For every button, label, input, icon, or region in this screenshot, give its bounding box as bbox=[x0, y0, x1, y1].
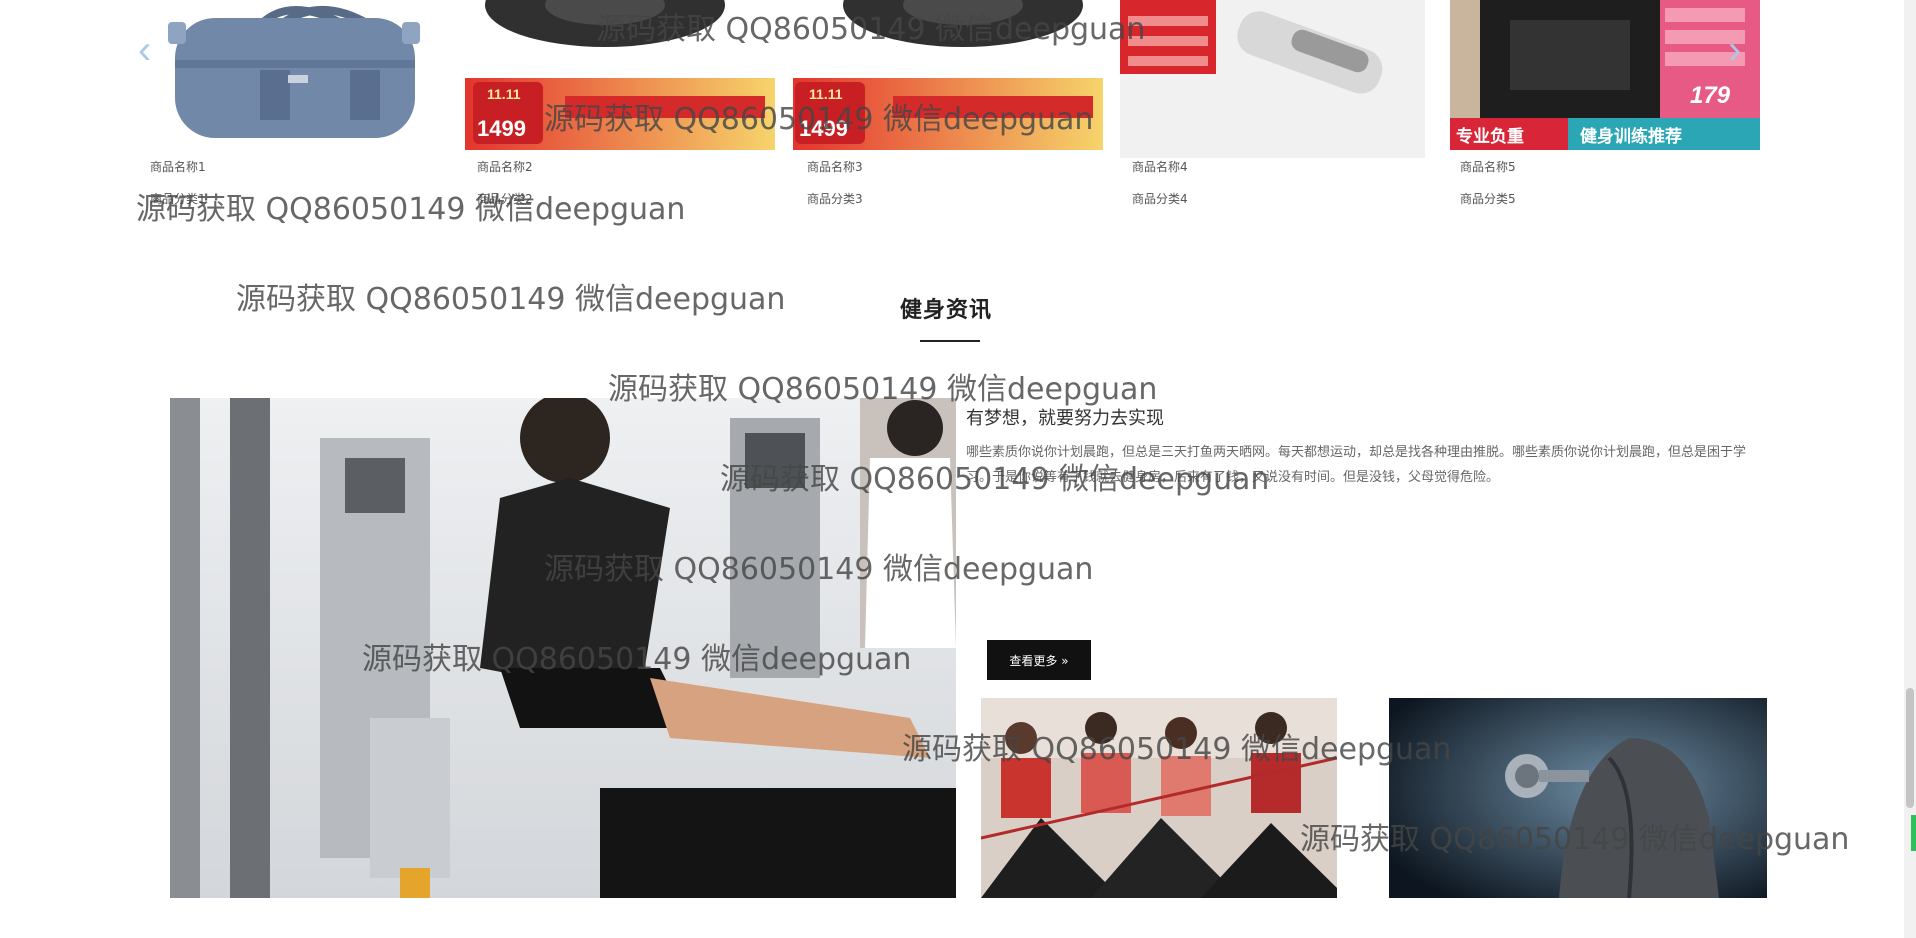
news-main-image[interactable] bbox=[170, 398, 956, 898]
watermark-text: 源码获取 QQ86050149 微信deepguan bbox=[236, 282, 786, 317]
news-thumb-dumbbell[interactable] bbox=[1389, 698, 1767, 898]
product-image-roller[interactable] bbox=[1120, 0, 1425, 158]
product-image-wheel-3[interactable]: 11.11 1499 bbox=[793, 0, 1103, 150]
promo-price: 1499 bbox=[477, 116, 526, 141]
gym-rowing-photo bbox=[170, 398, 956, 898]
foam-roller-illustration bbox=[1120, 0, 1425, 158]
scrollbar-thumb[interactable] bbox=[1906, 688, 1914, 808]
product-card-1[interactable]: 商品名称1 商品分类1 bbox=[140, 0, 440, 210]
product-banner: 健身训练推荐 bbox=[1580, 127, 1682, 146]
product-name[interactable]: 商品名称1 bbox=[150, 158, 206, 175]
product-card-2[interactable]: 11.11 1499 商品名称2 商品分类2 bbox=[465, 0, 775, 210]
product-category: 商品分类5 bbox=[1460, 192, 1516, 206]
product-name[interactable]: 商品名称2 bbox=[477, 158, 533, 175]
news-title[interactable]: 有梦想，就要努力去实现 bbox=[966, 404, 1164, 430]
product-name[interactable]: 商品名称4 bbox=[1132, 158, 1188, 175]
section-underline bbox=[920, 340, 980, 342]
product-image-vest[interactable]: 179 专业负重 健身训练推荐 bbox=[1450, 0, 1760, 150]
chevron-left-icon[interactable]: ‹ bbox=[138, 30, 151, 70]
promo-price: 1499 bbox=[799, 116, 848, 141]
product-category: 商品分类4 bbox=[1132, 192, 1188, 206]
product-image-wheel-2[interactable]: 11.11 1499 bbox=[465, 0, 775, 150]
section-title: 健身资讯 bbox=[900, 298, 993, 323]
product-name[interactable]: 商品名称5 bbox=[1460, 158, 1516, 175]
product-image-bag[interactable] bbox=[140, 0, 440, 140]
news-body: 哪些素质你说你计划晨跑，但总是三天打鱼两天晒网。每天都想运动，却总是找各种理由推… bbox=[966, 445, 1747, 485]
news-thumb-group-training[interactable] bbox=[981, 698, 1337, 898]
product-category: 商品分类3 bbox=[807, 192, 863, 206]
duffel-bag-illustration bbox=[140, 0, 440, 140]
promo-badge: 11.11 bbox=[809, 86, 843, 102]
product-category: 商品分类2 bbox=[477, 192, 533, 206]
dumbbell-back-photo bbox=[1389, 698, 1767, 898]
product-tag: 专业负重 bbox=[1456, 127, 1524, 146]
promo-badge: 11.11 bbox=[487, 86, 521, 102]
product-card-4[interactable]: 商品名称4 商品分类4 bbox=[1120, 0, 1425, 210]
product-category: 商品分类1 bbox=[150, 192, 206, 206]
product-card-5[interactable]: 179 专业负重 健身训练推荐 商品名称5 商品分类5 bbox=[1450, 0, 1760, 210]
read-more-button[interactable]: 查看更多 » bbox=[987, 640, 1091, 680]
product-price-badge: 179 bbox=[1690, 82, 1731, 109]
side-indicator bbox=[1911, 815, 1916, 851]
chevron-right-icon[interactable]: › bbox=[1728, 30, 1741, 70]
product-name[interactable]: 商品名称3 bbox=[807, 158, 863, 175]
product-card-3[interactable]: 11.11 1499 商品名称3 商品分类3 bbox=[793, 0, 1103, 210]
group-exercise-photo bbox=[981, 698, 1337, 898]
